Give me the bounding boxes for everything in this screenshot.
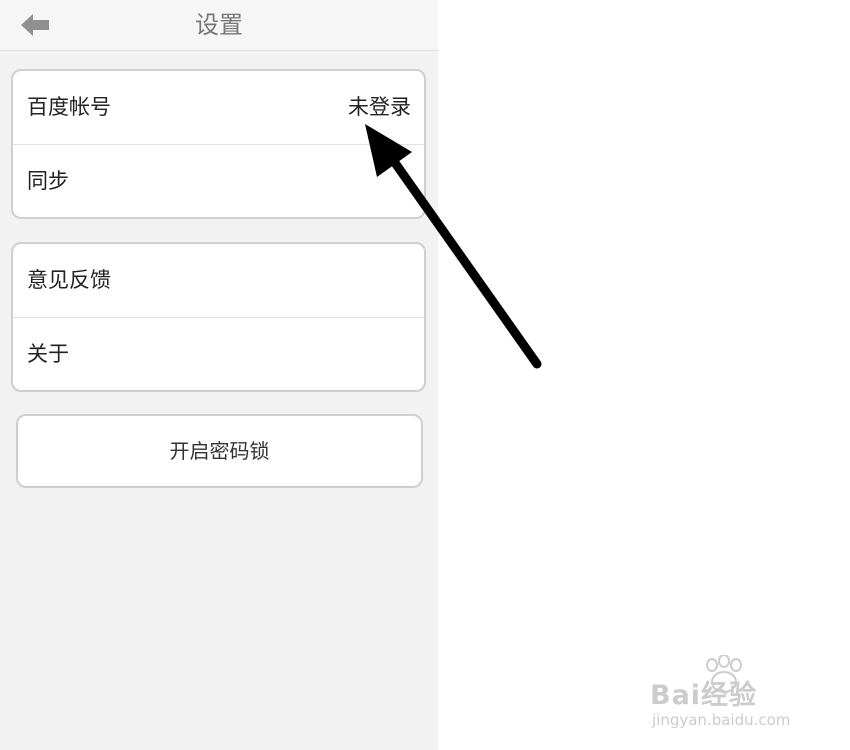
account-group: 百度帐号 未登录 同步 <box>11 69 426 219</box>
watermark-url: jingyan.baidu.com <box>652 711 791 729</box>
baidu-account-row[interactable]: 百度帐号 未登录 <box>13 71 424 144</box>
sync-row[interactable]: 同步 <box>13 144 424 217</box>
enable-password-lock-button[interactable]: 开启密码锁 <box>16 414 423 488</box>
row-label: 百度帐号 <box>27 95 111 119</box>
row-label: 意见反馈 <box>27 268 111 292</box>
row-label: 同步 <box>27 169 69 193</box>
back-button[interactable] <box>18 10 54 40</box>
watermark-logo: Bai经验 <box>650 680 758 711</box>
about-row[interactable]: 关于 <box>13 317 424 390</box>
info-group: 意见反馈 关于 <box>11 242 426 392</box>
baidu-jingyan-watermark: Bai经验 jingyan.baidu.com <box>648 655 808 735</box>
feedback-row[interactable]: 意见反馈 <box>13 244 424 317</box>
login-status: 未登录 <box>348 95 411 119</box>
row-label: 关于 <box>27 342 69 366</box>
navigation-bar: 设置 <box>0 0 438 51</box>
settings-screen: 设置 百度帐号 未登录 同步 意见反馈 关于 开启密码锁 <box>0 0 438 750</box>
back-arrow-icon <box>21 14 49 36</box>
page-title: 设置 <box>195 11 243 39</box>
